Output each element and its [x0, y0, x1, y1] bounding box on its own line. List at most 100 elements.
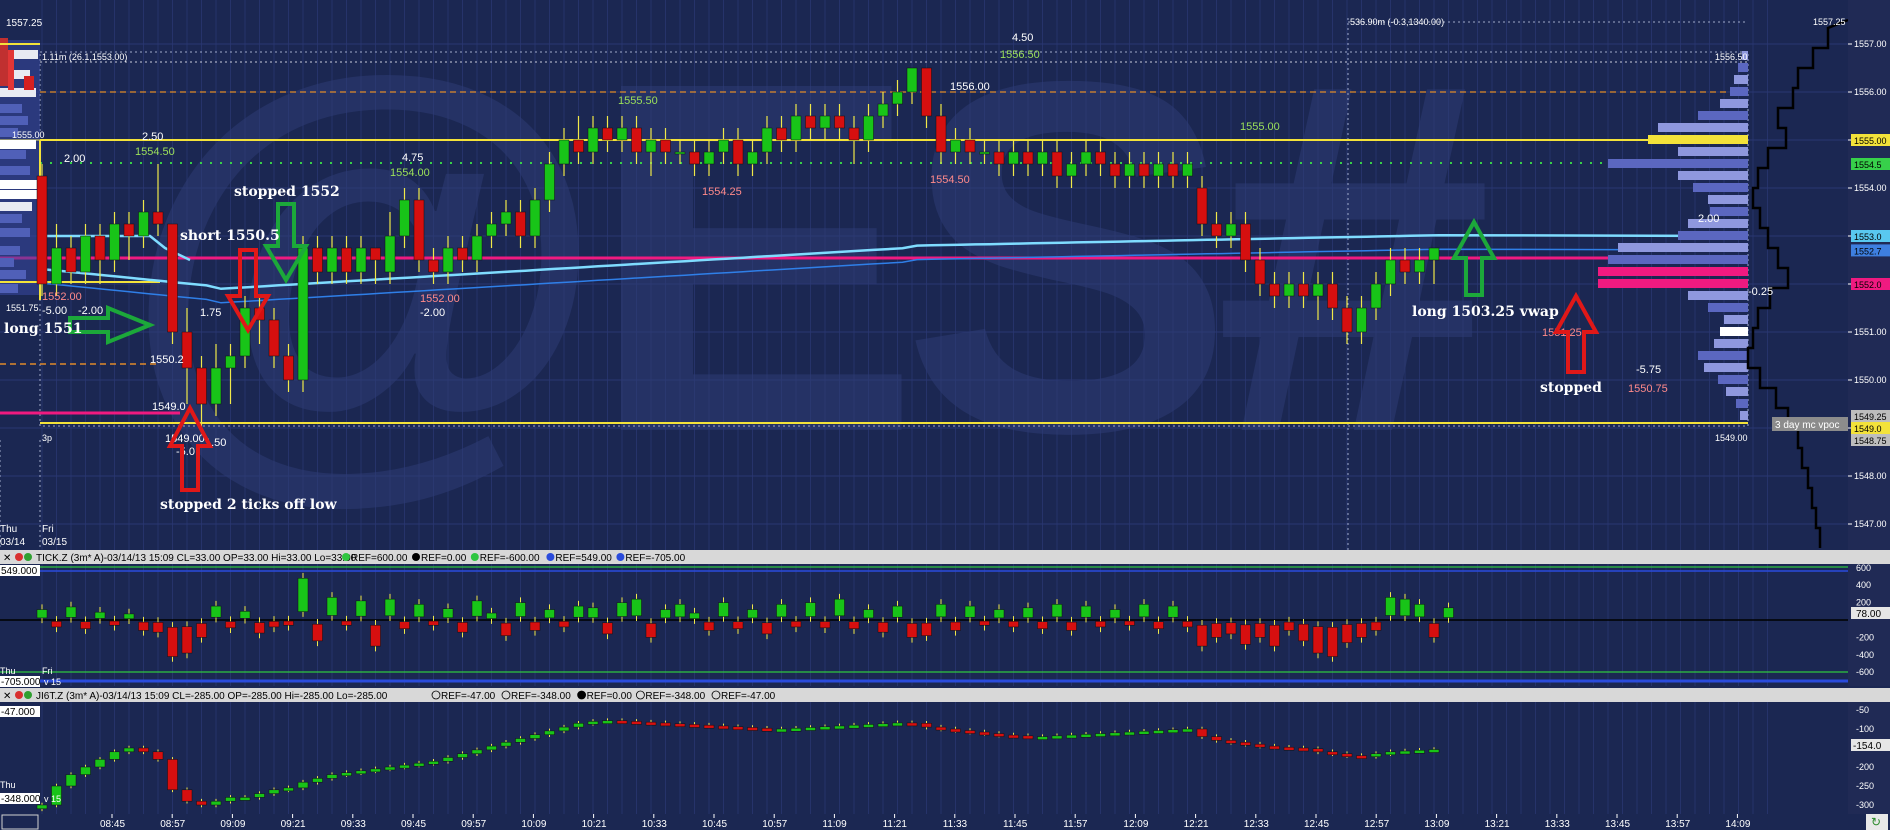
candle-body [471, 235, 483, 261]
tick-header: ✕ TICK.Z (3m* A)-03/14/13 15:09 CL=33.00… [3, 553, 686, 564]
jiqt-body [65, 774, 77, 787]
candle-body [877, 103, 889, 117]
candle-body [1312, 283, 1324, 297]
ref-dot [577, 690, 586, 700]
jiqt-current-value: -154.0 [1853, 741, 1882, 752]
time-label: 09:21 [281, 819, 306, 830]
volume-profile-bar [1740, 411, 1748, 420]
jiqt-left-top: -47.000 [1, 707, 35, 718]
left-profile-bar [0, 214, 22, 223]
jiqt-body [196, 800, 207, 806]
tick-body [674, 604, 686, 618]
refresh-icon: ↻ [1871, 815, 1881, 829]
candle-body [950, 139, 961, 153]
time-label: 13:57 [1665, 819, 1690, 830]
jiqt-body [471, 749, 483, 754]
tick-header-close[interactable]: ✕ [3, 553, 11, 564]
jiqt-body [616, 720, 628, 724]
candle-body [1008, 151, 1019, 165]
jiqt-body [660, 722, 671, 727]
tick-left-bottom: -705.000 [1, 677, 41, 688]
left-profile-bar [0, 180, 40, 189]
candle-body [892, 91, 903, 105]
jiqt-body [1283, 746, 1295, 751]
swing-label: 1550.2 [150, 354, 184, 366]
jiqt-body [979, 731, 990, 736]
left-1555-label: 1555.00 [12, 130, 45, 140]
volume-profile-bar [1608, 159, 1748, 168]
candle-body [1051, 151, 1063, 177]
tick-current-value: 78.00 [1856, 609, 1881, 620]
price-tick-label: 1551.00 [1854, 327, 1887, 337]
profile-154900: 1549.00 [1715, 433, 1748, 443]
jiqt-body [109, 751, 120, 760]
tick-body [384, 598, 396, 617]
day-label-fri: Fri [42, 524, 54, 535]
jiqt-body [906, 722, 918, 727]
jiqt-body [674, 723, 686, 727]
jiqt-body [515, 738, 526, 743]
jiqt-body [1080, 734, 1092, 738]
tick-body [515, 602, 526, 617]
jiqt-body [428, 761, 439, 765]
candle-body [1095, 151, 1106, 165]
jiqt-body [544, 730, 555, 735]
candle-body [1066, 163, 1077, 177]
left-profile-bar [0, 270, 26, 279]
jiqt-header-close[interactable]: ✕ [3, 691, 11, 702]
tick-body [1298, 623, 1309, 642]
left-candle [0, 38, 8, 86]
candle-body [1269, 283, 1280, 297]
swing-label: 1555.50 [618, 95, 658, 107]
tick-body [1022, 607, 1034, 618]
jiqt-body [1095, 733, 1106, 737]
jiqt-body [529, 734, 541, 739]
jiqt-body [1037, 736, 1048, 740]
jiqt-body [602, 720, 613, 724]
jiqt-body [1312, 748, 1324, 753]
tick-body [152, 622, 164, 633]
tick-body [718, 602, 729, 617]
jiqt-body [848, 724, 860, 729]
tick-body [1428, 623, 1440, 638]
swing-label: -5.75 [1636, 364, 1661, 376]
jiqt-body [1370, 753, 1382, 757]
candle-body [1298, 283, 1309, 297]
candle-body [631, 127, 642, 153]
swing-label: 1556.50 [1000, 49, 1040, 61]
swing-label: 1554.25 [702, 186, 742, 198]
jiqt-body [1428, 749, 1440, 753]
candle-body [1370, 283, 1382, 309]
jiqt-body [1414, 750, 1425, 754]
candle-body [993, 151, 1005, 165]
jiqt-header-text: JI6T.Z (3m* A)-03/14/13 15:09 CL=-285.00… [36, 691, 388, 702]
time-label: 14:09 [1725, 819, 1750, 830]
candle-body [428, 259, 439, 273]
tick-body [1196, 624, 1208, 647]
tick-body [1109, 609, 1121, 619]
jiqt-body [341, 772, 352, 776]
candle-body [1153, 163, 1164, 177]
tick-body [1283, 621, 1295, 631]
time-label: 11:57 [1063, 819, 1088, 830]
volume-profile-bar [1720, 99, 1748, 108]
profile-155650: 1556.50 [1715, 52, 1748, 62]
anno-long-1503: long 1503.25 vwap [1412, 304, 1559, 320]
tick-body [196, 623, 207, 638]
volume-profile-bar [1734, 75, 1748, 84]
time-label: 10:09 [521, 819, 546, 830]
candle-body [732, 139, 744, 165]
volume-profile-bar [1598, 267, 1748, 276]
candle-body [268, 319, 280, 357]
jiqt-thu: Thu [0, 780, 16, 790]
jiqt-axis-label: -250 [1856, 781, 1874, 791]
candle-body [834, 115, 845, 129]
jiqt-body [689, 724, 700, 728]
tick-body [486, 612, 497, 619]
volume-profile-bar [1718, 375, 1748, 384]
tick-body [1182, 621, 1193, 628]
volume-profile-bar [1730, 87, 1748, 96]
tick-body [529, 621, 541, 631]
volume-profile-bar [1693, 183, 1748, 192]
tick-body [587, 607, 599, 618]
